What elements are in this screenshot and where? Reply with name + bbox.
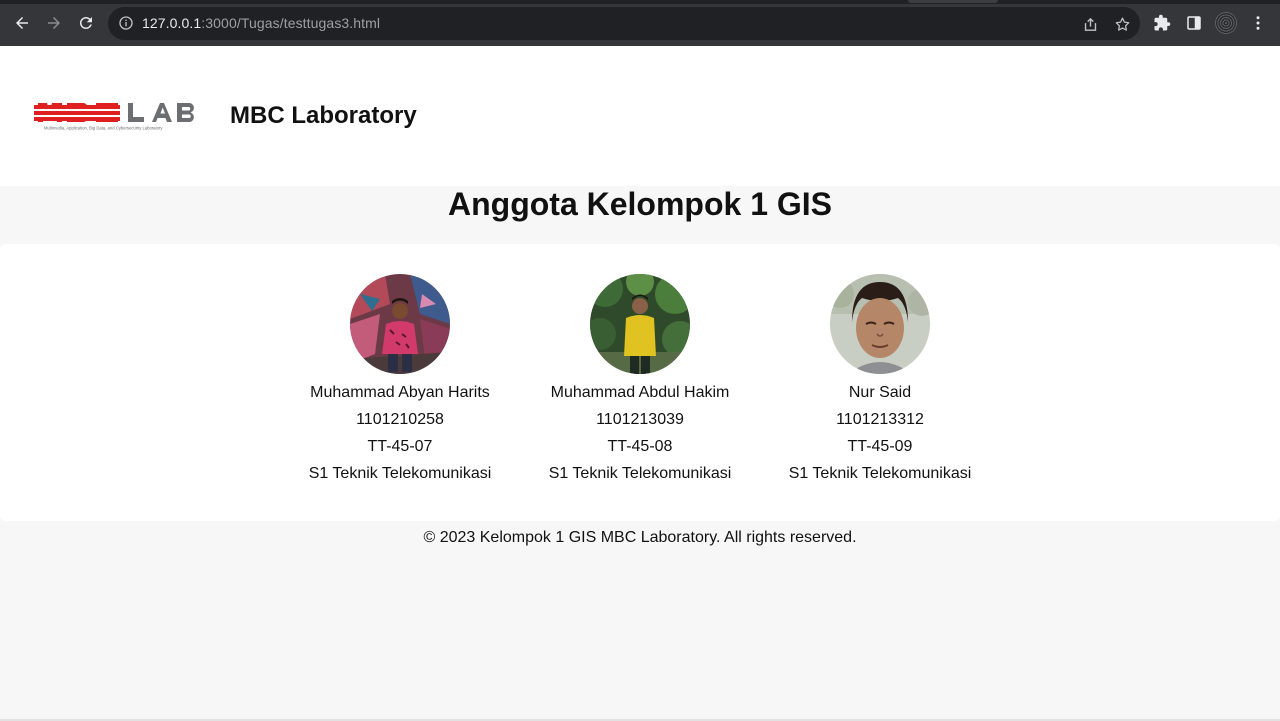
member-name: Muhammad Abdul Hakim [550, 384, 730, 401]
member-card: Muhammad Abdul Hakim 1101213039 TT-45-08… [520, 274, 760, 487]
member-nim: 1101213039 [596, 411, 684, 428]
page-title: Anggota Kelompok 1 GIS [447, 186, 833, 222]
member-class: TT-45-09 [847, 438, 913, 455]
reload-icon [79, 16, 92, 29]
member-photo [590, 274, 690, 374]
puzzle-icon [1154, 14, 1171, 31]
member-program: S1 Teknik Telekomunikasi [548, 465, 732, 482]
back-arrow-icon [16, 17, 28, 29]
members-section: Muhammad Abyan Harits 1101210258 TT-45-0… [0, 244, 1280, 521]
kebab-menu-icon [1256, 16, 1260, 30]
site-header: Multimedia, Application, Big Data, and C… [0, 46, 1280, 186]
browser-toolbar: 127.0.0.1:3000/Tugas/testtugas3.html [0, 0, 1280, 46]
url-path: :3000/Tugas/testtugas3.html [201, 15, 381, 31]
mbc-lab-logo: Multimedia, Application, Big Data, and C… [34, 102, 194, 131]
member-name: Muhammad Abyan Harits [310, 384, 490, 401]
side-panel-icon [1187, 16, 1201, 30]
member-nim: 1101213312 [836, 411, 924, 428]
member-photo [350, 274, 450, 374]
url-host: 127.0.0.1 [142, 15, 202, 31]
site-title: MBC Laboratory [230, 102, 417, 129]
member-name: Nur Said [848, 384, 912, 401]
forward-button[interactable] [41, 10, 67, 36]
url-text[interactable]: 127.0.0.1:3000/Tugas/testtugas3.html [142, 15, 380, 31]
member-card: Nur Said 1101213312 TT-45-09 S1 Teknik T… [760, 274, 1000, 487]
footer-copyright: © 2023 Kelompok 1 GIS MBC Laboratory. Al… [423, 529, 857, 546]
back-button[interactable] [9, 10, 35, 36]
member-class: TT-45-07 [367, 438, 433, 455]
menu-button[interactable] [1246, 11, 1270, 35]
member-photo [830, 274, 930, 374]
member-class: TT-45-08 [607, 438, 673, 455]
forward-arrow-icon [48, 17, 60, 29]
member-card: Muhammad Abyan Harits 1101210258 TT-45-0… [280, 274, 520, 487]
info-icon[interactable] [118, 15, 134, 31]
member-program: S1 Teknik Telekomunikasi [308, 465, 492, 482]
member-nim: 1101210258 [356, 411, 444, 428]
address-bar[interactable]: 127.0.0.1:3000/Tugas/testtugas3.html [108, 7, 1140, 40]
tab-strip [0, 0, 1280, 4]
bookmark-button[interactable] [1111, 13, 1133, 35]
reload-button[interactable] [73, 10, 99, 36]
logo-tagline: Multimedia, Application, Big Data, and C… [44, 126, 163, 131]
avatar [350, 274, 450, 374]
profile-avatar[interactable] [1215, 12, 1237, 34]
side-panel-button[interactable] [1182, 11, 1206, 35]
star-icon [1115, 16, 1129, 31]
avatar [590, 274, 690, 374]
avatar [830, 274, 930, 374]
extensions-button[interactable] [1150, 11, 1174, 35]
member-program: S1 Teknik Telekomunikasi [788, 465, 972, 482]
share-icon [1084, 17, 1096, 31]
share-button[interactable] [1079, 13, 1101, 35]
